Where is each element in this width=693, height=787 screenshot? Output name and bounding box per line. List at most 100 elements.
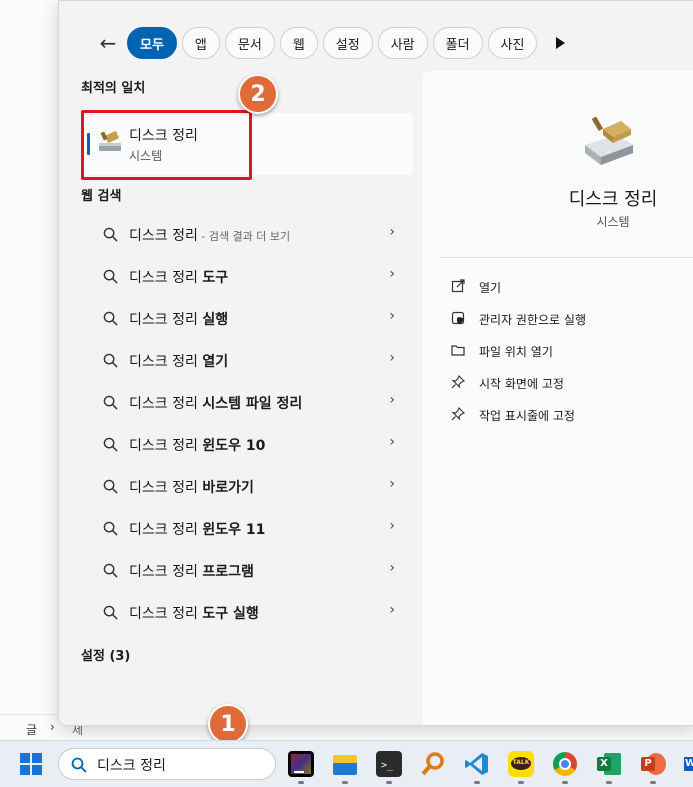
web-result-suggestion: 프로그램 [202, 564, 254, 580]
file-explorer-icon[interactable] [332, 751, 358, 777]
web-result-item[interactable]: 디스크 정리 - 검색 결과 더 보기 › [81, 213, 413, 255]
pin-icon [451, 407, 465, 421]
web-result-item[interactable]: 디스크 정리 윈도우 11 › [81, 507, 413, 549]
tab-folders[interactable]: 폴더 [432, 27, 483, 59]
app-running-indicator [474, 781, 480, 784]
chevron-right-icon: › [389, 308, 395, 324]
web-result-hint: - 검색 결과 더 보기 [197, 230, 291, 243]
jetbrains-app-icon[interactable] [288, 751, 314, 777]
vscode-icon[interactable] [464, 751, 490, 777]
web-result-item[interactable]: 디스크 정리 도구 › [81, 255, 413, 297]
web-result-item[interactable]: 디스크 정리 도구 실행 › [81, 591, 413, 633]
web-result-query: 디스크 정리 [129, 606, 203, 622]
search-icon [71, 757, 87, 773]
tab-people[interactable]: 사람 [377, 27, 428, 59]
web-result-item[interactable]: 디스크 정리 실행 › [81, 297, 413, 339]
chrome-icon[interactable] [552, 751, 578, 777]
action-label: 작업 표시줄에 고정 [479, 409, 575, 423]
web-result-item[interactable]: 디스크 정리 바로가기 › [81, 465, 413, 507]
web-result-query: 디스크 정리 [129, 522, 203, 538]
preview-divider [439, 257, 693, 258]
tab-all[interactable]: 모두 [127, 27, 177, 59]
action-label: 열기 [479, 281, 502, 295]
step-badge-one: 1 [208, 704, 248, 744]
terminal-icon[interactable]: >_ [376, 751, 402, 777]
app-running-indicator [298, 781, 304, 784]
more-tabs-play-icon[interactable] [556, 37, 566, 49]
highlight-best-match [81, 110, 252, 180]
search-input[interactable] [97, 754, 267, 776]
web-result-suggestion: 윈도우 10 [202, 438, 266, 454]
disk-cleanup-icon [585, 116, 633, 165]
kakaotalk-label: TALK [512, 759, 530, 766]
filter-tabs: ← 모두 앱 문서 웹 설정 사람 폴더 사진 [95, 25, 566, 61]
app-running-indicator [518, 781, 524, 784]
chevron-right-icon: › [389, 476, 395, 492]
chevron-right-icon: › [389, 560, 395, 576]
windows-start-icon[interactable] [20, 753, 42, 775]
app-running-indicator [562, 781, 568, 784]
kakaotalk-icon[interactable]: TALK [508, 751, 534, 777]
web-result-suggestion: 실행 [202, 312, 229, 328]
chevron-right-icon: › [389, 518, 395, 534]
web-result-query: 디스크 정리 [129, 396, 203, 412]
web-result-item[interactable]: 디스크 정리 윈도우 10 › [81, 423, 413, 465]
chevron-right-icon: › [389, 434, 395, 450]
search-icon [103, 227, 118, 242]
web-result-suggestion: 시스템 파일 정리 [202, 396, 303, 412]
search-icon [103, 605, 118, 620]
preview-pane: 디스크 정리 시스템 열기 관리자 권한으로 실행 파일 위치 열기 시작 화면… [423, 71, 693, 725]
pin-icon [451, 375, 465, 389]
taskbar-search-box[interactable] [58, 748, 276, 780]
search-icon [103, 395, 118, 410]
tab-web[interactable]: 웹 [279, 27, 318, 59]
taskbar: >_ TALK X P W [0, 740, 693, 787]
tab-photos[interactable]: 사진 [487, 27, 538, 59]
search-icon [103, 479, 118, 494]
settings-heading[interactable]: 설정 (3) [81, 645, 413, 669]
powerpoint-icon[interactable]: P [640, 751, 666, 777]
search-icon [103, 311, 118, 326]
search-icon [103, 563, 118, 578]
app-running-indicator [386, 781, 392, 784]
web-search-heading: 웹 검색 [81, 189, 122, 204]
web-search-list: 디스크 정리 - 검색 결과 더 보기 › 디스크 정리 도구 › 디스크 정리… [81, 213, 413, 633]
chevron-right-icon: › [389, 266, 395, 282]
chevron-right-icon: › [50, 720, 55, 734]
step-badge-two: 2 [238, 74, 278, 114]
web-result-query: 디스크 정리 [129, 564, 203, 580]
tab-documents[interactable]: 문서 [224, 27, 275, 59]
web-result-query: 디스크 정리 [129, 312, 203, 328]
web-result-query: 디스크 정리 [129, 480, 203, 496]
back-arrow-icon[interactable]: ← [95, 28, 121, 58]
search-icon [103, 353, 118, 368]
chevron-right-icon: › [389, 224, 395, 240]
chevron-right-icon: › [389, 350, 395, 366]
tab-apps[interactable]: 앱 [181, 27, 220, 59]
action-label: 시작 화면에 고정 [479, 377, 564, 391]
web-result-suggestion: 윈도우 11 [202, 522, 266, 538]
search-icon [103, 521, 118, 536]
web-result-query: 디스크 정리 [129, 228, 198, 244]
web-result-query: 디스크 정리 [129, 438, 203, 454]
app-running-indicator [342, 781, 348, 784]
tab-settings[interactable]: 설정 [322, 27, 373, 59]
web-result-query: 디스크 정리 [129, 270, 203, 286]
magnifier-app-icon[interactable] [420, 751, 446, 777]
app-running-indicator [606, 781, 612, 784]
preview-app-type: 시스템 [596, 215, 630, 229]
web-result-suggestion: 열기 [202, 354, 229, 370]
search-icon [103, 437, 118, 452]
chevron-right-icon: › [389, 602, 395, 618]
background-crumb-left: 글 [26, 723, 38, 737]
word-icon[interactable]: W [684, 751, 693, 777]
web-result-suggestion: 도구 [202, 270, 229, 286]
web-result-item[interactable]: 디스크 정리 시스템 파일 정리 › [81, 381, 413, 423]
web-result-item[interactable]: 디스크 정리 열기 › [81, 339, 413, 381]
admin-shield-icon [451, 311, 465, 325]
search-flyout: ← 모두 앱 문서 웹 설정 사람 폴더 사진 최적의 일치 디스크 정리 시스… [58, 0, 693, 726]
excel-icon[interactable]: X [596, 751, 622, 777]
web-result-item[interactable]: 디스크 정리 프로그램 › [81, 549, 413, 591]
open-external-icon [451, 279, 465, 293]
web-result-suggestion: 도구 실행 [202, 606, 259, 622]
